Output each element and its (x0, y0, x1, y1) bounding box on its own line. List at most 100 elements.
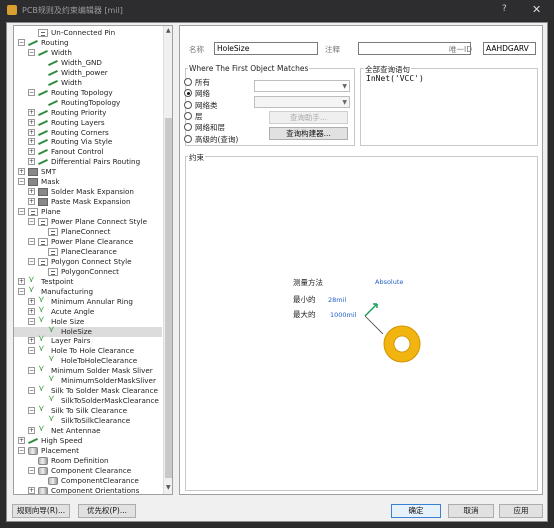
collapse-icon[interactable]: − (18, 178, 25, 186)
tree-item[interactable]: ComponentClearance (14, 476, 162, 486)
expand-icon[interactable]: + (28, 108, 35, 116)
tree-item[interactable]: − Silk To Silk Clearance (14, 404, 162, 416)
tree-item[interactable]: + Differential Pairs Routing (14, 157, 162, 167)
tree-item[interactable]: − Silk To Solder Mask Clearance (14, 384, 162, 396)
uid-field[interactable]: AAHDGARV (483, 42, 536, 55)
tree-item[interactable]: + Net Antennae (14, 424, 162, 436)
min-value[interactable]: 28mil (328, 296, 346, 304)
help-button[interactable]: ? (502, 4, 507, 14)
tree-item[interactable]: SilkToSilkClearance (14, 414, 162, 426)
expand-icon[interactable]: + (28, 128, 35, 136)
scroll-up-icon[interactable]: ▲ (166, 27, 171, 34)
tree-item[interactable]: Width (14, 78, 162, 88)
measure-method-value[interactable]: Absolute (375, 278, 403, 286)
expand-icon[interactable]: + (28, 188, 35, 196)
tree-item[interactable]: − Hole To Hole Clearance (14, 344, 162, 356)
tree-item[interactable]: − Polygon Connect Style (14, 257, 162, 267)
expand-icon[interactable]: + (28, 198, 35, 206)
tree-item[interactable]: − Minimum Solder Mask Sliver (14, 364, 162, 376)
expand-icon[interactable]: + (28, 297, 35, 305)
tree-item[interactable]: MinimumSolderMaskSliver (14, 374, 162, 386)
tree-item[interactable]: + Routing Via Style (14, 137, 162, 147)
collapse-icon[interactable]: − (28, 367, 35, 375)
tree-item[interactable]: − Width (14, 48, 162, 58)
tree-item[interactable]: + SMT (14, 167, 162, 177)
expand-icon[interactable]: + (28, 138, 35, 146)
priority-button[interactable]: 优先权(P)... (78, 504, 136, 518)
tree-item[interactable]: + Acute Angle (14, 305, 162, 317)
tree-item[interactable]: − Power Plane Connect Style (14, 217, 162, 227)
tree-item[interactable]: + Testpoint (14, 275, 162, 287)
tree-item[interactable]: − Power Plane Clearance (14, 237, 162, 247)
collapse-icon[interactable]: − (28, 317, 35, 325)
expand-icon[interactable]: + (28, 486, 35, 494)
collapse-icon[interactable]: − (28, 466, 35, 474)
radio-icon[interactable] (184, 89, 192, 98)
where-option[interactable]: 网络 (184, 88, 210, 99)
tree-item[interactable]: + Solder Mask Expansion (14, 187, 162, 197)
tree-item[interactable]: + Fanout Control (14, 147, 162, 157)
expand-icon[interactable]: + (28, 158, 35, 166)
where-option[interactable]: 网络和层 (184, 122, 225, 133)
apply-button[interactable]: 应用 (499, 504, 543, 518)
collapse-icon[interactable]: − (18, 208, 25, 216)
collapse-icon[interactable]: − (18, 38, 25, 46)
tree-item[interactable]: RoutingTopology (14, 98, 162, 108)
tree-item[interactable]: + Routing Layers (14, 118, 162, 128)
tree-item[interactable]: PlaneConnect (14, 227, 162, 237)
expand-icon[interactable]: + (28, 148, 35, 156)
radio-icon[interactable] (184, 78, 192, 86)
where-option[interactable]: 层 (184, 111, 203, 122)
scroll-down-icon[interactable]: ▼ (166, 484, 171, 491)
tree-item[interactable]: + Paste Mask Expansion (14, 197, 162, 207)
tree-item[interactable]: − Routing (14, 38, 162, 48)
radio-icon[interactable] (184, 111, 192, 120)
tree-scrollbar[interactable]: ▲ ▼ (163, 26, 172, 494)
tree-item[interactable]: SilkToSolderMaskClearance (14, 394, 162, 406)
close-button[interactable]: ✕ (532, 3, 541, 16)
where-option[interactable]: 高级的(查询) (184, 134, 238, 145)
expand-icon[interactable]: + (18, 436, 25, 444)
tree-item[interactable]: + Routing Priority (14, 108, 162, 118)
expand-icon[interactable]: + (18, 277, 25, 285)
collapse-icon[interactable]: − (28, 237, 35, 245)
collapse-icon[interactable]: − (18, 446, 25, 454)
tree-item[interactable]: + Component Orientations (14, 486, 162, 494)
tree-item[interactable]: PolygonConnect (14, 267, 162, 277)
collapse-icon[interactable]: − (28, 407, 35, 415)
name-field[interactable]: HoleSize (214, 42, 318, 55)
tree-item[interactable]: HoleToHoleClearance (14, 354, 162, 366)
expand-icon[interactable]: + (18, 168, 25, 176)
rules-tree[interactable]: Un-Connected Pin − Routing − Width Width_GND W… (13, 25, 173, 495)
collapse-icon[interactable]: − (28, 218, 35, 226)
tree-item[interactable]: − Manufacturing (14, 285, 162, 297)
tree-item[interactable]: − Placement (14, 446, 162, 456)
collapse-icon[interactable]: − (28, 257, 35, 265)
cancel-button[interactable]: 取消 (448, 504, 494, 518)
ok-button[interactable]: 确定 (391, 504, 441, 518)
collapse-icon[interactable]: − (28, 48, 35, 56)
where-option[interactable]: 所有 (184, 77, 210, 88)
tree-item[interactable]: HoleSize (14, 325, 162, 337)
tree-item[interactable]: Un-Connected Pin (14, 28, 162, 38)
max-value[interactable]: 1000mil (330, 311, 357, 319)
tree-item[interactable]: + Routing Corners (14, 128, 162, 138)
where-option[interactable]: 网络类 (184, 100, 218, 111)
where-combo-1[interactable]: ▼ (254, 80, 350, 92)
collapse-icon[interactable]: − (18, 287, 25, 295)
radio-icon[interactable] (184, 100, 192, 109)
expand-icon[interactable]: + (28, 427, 35, 434)
tree-item[interactable]: PlaneClearance (14, 247, 162, 257)
tree-item[interactable]: Width_power (14, 68, 162, 78)
tree-item[interactable]: + Minimum Annular Ring (14, 295, 162, 307)
tree-item[interactable]: + High Speed (14, 436, 162, 446)
tree-item[interactable]: − Hole Size (14, 315, 162, 327)
scroll-thumb[interactable] (165, 118, 172, 478)
tree-item[interactable]: Width_GND (14, 58, 162, 68)
tree-item[interactable]: − Mask (14, 177, 162, 187)
collapse-icon[interactable]: − (28, 347, 35, 355)
rule-wizard-button[interactable]: 规则向导(R)... (12, 504, 70, 518)
tree-item[interactable]: − Routing Topology (14, 88, 162, 98)
tree-item[interactable]: Room Definition (14, 456, 162, 466)
expand-icon[interactable]: + (28, 118, 35, 126)
